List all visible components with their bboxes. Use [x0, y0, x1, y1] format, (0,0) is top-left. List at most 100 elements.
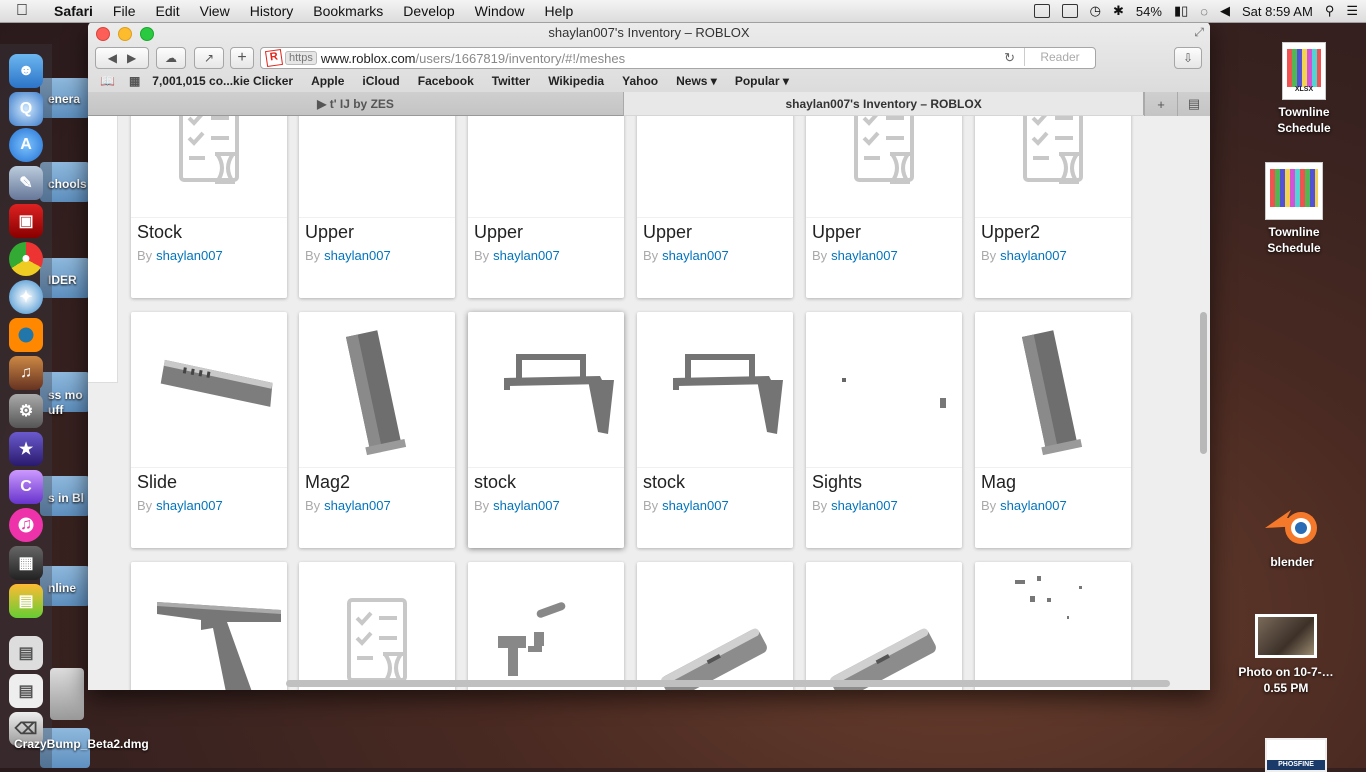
chrome-icon[interactable]: ● — [9, 242, 43, 276]
reader-button[interactable]: Reader — [1024, 48, 1095, 66]
clock[interactable]: Sat 8:59 AM — [1242, 4, 1313, 19]
creator-link[interactable]: shaylan007 — [831, 248, 898, 263]
inventory-item-card[interactable] — [299, 562, 455, 690]
photo-booth-icon[interactable]: ▣ — [9, 204, 43, 238]
bookmark-news[interactable]: News ▾ — [676, 74, 717, 88]
bookmark-twitter[interactable]: Twitter — [492, 74, 530, 88]
menu-bookmarks[interactable]: Bookmarks — [303, 3, 393, 19]
icloud-tabs-button[interactable]: ☁ — [156, 47, 186, 69]
inventory-item-card[interactable]: Upper By shaylan007 — [637, 116, 793, 298]
new-tab-plus-button[interactable]: + — [1144, 92, 1178, 116]
vertical-scrollbar[interactable] — [1200, 312, 1207, 454]
inventory-item-card[interactable] — [806, 562, 962, 690]
battery-icon[interactable]: ▮▯ — [1174, 3, 1188, 19]
barrel-mesh[interactable] — [468, 116, 624, 217]
inventory-item-card[interactable]: Upper By shaylan007 — [299, 116, 455, 298]
menu-window[interactable]: Window — [465, 3, 535, 19]
creator-link[interactable]: shaylan007 — [662, 498, 729, 513]
item-name[interactable]: Upper — [812, 222, 861, 243]
creator-link[interactable]: shaylan007 — [831, 498, 898, 513]
item-name[interactable]: Mag — [981, 472, 1016, 493]
bookmark-cookie-clicker[interactable]: 7,001,015 co...kie Clicker — [152, 74, 293, 88]
menu-history[interactable]: History — [240, 3, 304, 19]
placeholder-icon[interactable] — [131, 116, 287, 217]
quicktime-icon[interactable]: Q — [9, 92, 43, 126]
item-name[interactable]: stock — [474, 472, 516, 493]
desktop-file-phosfine[interactable]: PHOSFINE — [1265, 738, 1327, 772]
parts-mesh[interactable] — [468, 562, 624, 690]
placeholder-icon[interactable] — [975, 116, 1131, 217]
placeholder-icon[interactable] — [299, 562, 455, 690]
inventory-item-card[interactable]: stock By shaylan007 — [637, 312, 793, 548]
inventory-item-card[interactable]: Upper2 By shaylan007 — [975, 116, 1131, 298]
creator-link[interactable]: shaylan007 — [156, 498, 223, 513]
placeholder-icon[interactable] — [806, 116, 962, 217]
inventory-item-card[interactable]: Sights By shaylan007 — [806, 312, 962, 548]
item-name[interactable]: Upper — [643, 222, 692, 243]
desktop-file-townline-2[interactable]: Townline Schedule — [1252, 162, 1336, 256]
bookmark-wikipedia[interactable]: Wikipedia — [548, 74, 604, 88]
imovie-icon[interactable]: ★ — [9, 432, 43, 466]
desktop-file-photo[interactable]: Photo on 10-7-…0.55 PM — [1230, 614, 1342, 696]
item-name[interactable]: stock — [643, 472, 685, 493]
magazine-mesh[interactable] — [299, 312, 455, 467]
magazine-mesh[interactable] — [975, 312, 1131, 467]
itunes-icon[interactable]: ♫ — [9, 508, 43, 542]
inventory-item-card[interactable] — [637, 562, 793, 690]
item-name[interactable]: Slide — [137, 472, 177, 493]
creator-link[interactable]: shaylan007 — [662, 248, 729, 263]
wifi-icon[interactable]: ◌ — [1200, 4, 1208, 19]
desktop-file-townline-1[interactable]: XLSX Townline Schedule — [1262, 42, 1346, 136]
address-bar[interactable]: R https www.roblox.com/users/1667819/inv… — [260, 47, 1096, 69]
inventory-item-card[interactable]: stock By shaylan007 — [468, 312, 624, 548]
creator-link[interactable]: shaylan007 — [493, 498, 560, 513]
menu-file[interactable]: File — [103, 3, 146, 19]
notification-center-icon[interactable]: ☰ — [1346, 3, 1358, 19]
inventory-item-card[interactable]: Mag2 By shaylan007 — [299, 312, 455, 548]
share-button[interactable]: ↗ — [194, 47, 224, 69]
spotlight-icon[interactable]: ⚲ — [1325, 3, 1335, 19]
time-machine-icon[interactable]: ◷ — [1090, 3, 1101, 19]
inventory-item-card[interactable]: Upper By shaylan007 — [806, 116, 962, 298]
inventory-item-card[interactable] — [975, 562, 1131, 690]
bluetooth-icon[interactable]: ✱ — [1113, 3, 1124, 19]
top-sites-icon[interactable]: ▦ — [129, 74, 140, 88]
reading-list-icon[interactable]: 📖 — [100, 74, 115, 88]
item-name[interactable]: Upper2 — [981, 222, 1040, 243]
item-name[interactable]: Stock — [137, 222, 182, 243]
creator-link[interactable]: shaylan007 — [1000, 248, 1067, 263]
creator-link[interactable]: shaylan007 — [324, 498, 391, 513]
creator-link[interactable]: shaylan007 — [324, 248, 391, 263]
item-name[interactable]: Upper — [305, 222, 354, 243]
barrel-large-mesh[interactable] — [806, 562, 962, 690]
app-store-icon[interactable]: A — [9, 128, 43, 162]
creator-link[interactable]: shaylan007 — [493, 248, 560, 263]
tab-music[interactable]: ▶ t' IJ by ZES — [88, 92, 625, 116]
desktop-app-blender[interactable]: blender — [1250, 498, 1334, 570]
numbers-icon[interactable]: ▤ — [9, 584, 43, 618]
menu-develop[interactable]: Develop — [393, 3, 464, 19]
inventory-item-card[interactable]: Slide By shaylan007 — [131, 312, 287, 548]
barrel-large-mesh[interactable] — [637, 562, 793, 690]
forward-icon[interactable]: ▶ — [127, 51, 136, 65]
stock-mesh[interactable] — [637, 312, 793, 467]
menu-app-name[interactable]: Safari — [44, 3, 103, 19]
bookmark-yahoo[interactable]: Yahoo — [622, 74, 658, 88]
reload-icon[interactable]: ↻ — [1004, 50, 1015, 66]
inventory-item-card[interactable] — [131, 562, 287, 690]
image-capture-icon[interactable]: ▦ — [9, 546, 43, 580]
preview-icon[interactable]: ✎ — [9, 166, 43, 200]
bookmark-popular[interactable]: Popular ▾ — [735, 74, 789, 88]
stock-mesh[interactable] — [468, 312, 624, 467]
blender-dock-icon[interactable] — [9, 318, 43, 352]
fullscreen-icon[interactable]: ⤢ — [1194, 25, 1204, 40]
document-stack-icon[interactable]: ▤ — [9, 636, 43, 670]
inventory-item-card[interactable]: Upper By shaylan007 — [468, 116, 624, 298]
tab-inventory[interactable]: shaylan007's Inventory – ROBLOX — [624, 92, 1145, 115]
bookmark-icloud[interactable]: iCloud — [362, 74, 399, 88]
barrel-mesh[interactable] — [637, 116, 793, 217]
system-preferences-icon[interactable]: ⚙ — [9, 394, 43, 428]
barrel-mesh[interactable] — [299, 116, 455, 217]
dmg-file-icon[interactable] — [50, 668, 84, 720]
creator-link[interactable]: shaylan007 — [156, 248, 223, 263]
